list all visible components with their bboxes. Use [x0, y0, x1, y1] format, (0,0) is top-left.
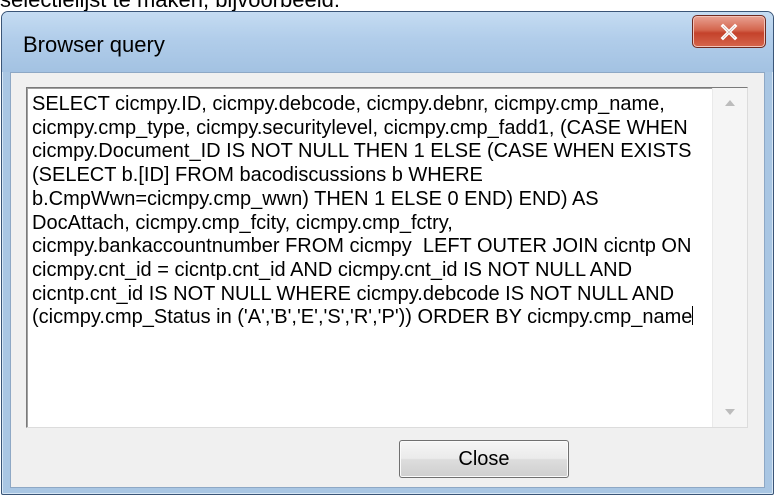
- dialog-client-area: SELECT cicmpy.ID, cicmpy.debcode, cicmpy…: [10, 72, 765, 488]
- browser-query-dialog: Browser query SELECT cicmpy.ID, cicmpy.d…: [1, 11, 774, 495]
- window-close-button[interactable]: [692, 15, 766, 48]
- query-text-content: SELECT cicmpy.ID, cicmpy.debcode, cicmpy…: [32, 93, 697, 329]
- close-icon: [720, 23, 738, 40]
- scroll-down-arrow-icon: [725, 409, 735, 415]
- dialog-title: Browser query: [23, 32, 165, 57]
- query-text[interactable]: SELECT cicmpy.ID, cicmpy.debcode, cicmpy…: [32, 93, 700, 330]
- scroll-down-button[interactable]: [713, 397, 747, 427]
- scroll-up-arrow-icon: [725, 100, 735, 106]
- close-button[interactable]: Close: [399, 440, 569, 478]
- query-textarea[interactable]: SELECT cicmpy.ID, cicmpy.debcode, cicmpy…: [26, 87, 748, 428]
- text-caret: [692, 306, 694, 326]
- vertical-scrollbar[interactable]: [712, 88, 747, 427]
- title-bar[interactable]: Browser query: [2, 12, 773, 72]
- scroll-up-button[interactable]: [713, 88, 747, 118]
